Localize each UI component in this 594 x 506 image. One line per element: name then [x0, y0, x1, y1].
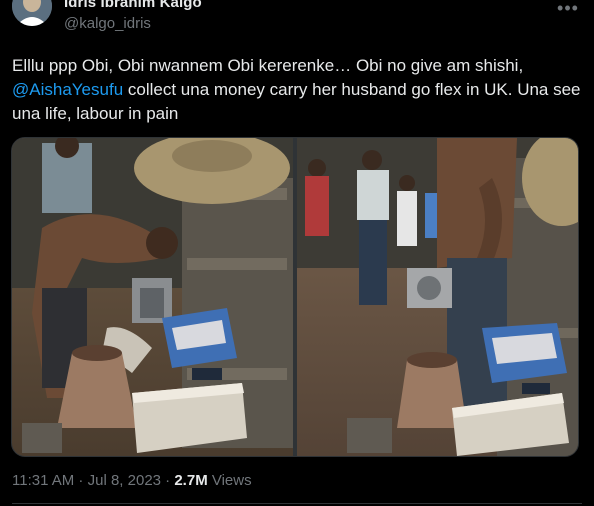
photo-right[interactable]: [297, 138, 578, 456]
views-count[interactable]: 2.7M: [174, 472, 207, 489]
meta-separator: ·: [74, 472, 88, 489]
tweet-time[interactable]: 11:31 AM: [12, 472, 74, 489]
mention-link[interactable]: @AishaYesufu: [12, 80, 123, 99]
author-handle[interactable]: @kalgo_idris: [64, 15, 151, 32]
avatar[interactable]: [12, 0, 52, 26]
tweet-text-part: Elllu ppp Obi, Obi nwannem Obi kererenke…: [12, 56, 524, 75]
tweet-text: Elllu ppp Obi, Obi nwannem Obi kererenke…: [12, 54, 584, 126]
tweet-date[interactable]: Jul 8, 2023: [88, 472, 161, 489]
author-name[interactable]: Idris Ibrahim Kalgo: [64, 0, 202, 11]
meta-separator: ·: [161, 472, 175, 489]
photo-left[interactable]: [12, 138, 293, 456]
tweet-meta: 11:31 AM · Jul 8, 2023 · 2.7M Views: [12, 472, 252, 489]
more-horizontal-icon[interactable]: •••: [556, 0, 580, 21]
tweet-header: Idris Ibrahim Kalgo @kalgo_idris •••: [0, 0, 594, 40]
divider: [12, 503, 582, 504]
tweet-media: [11, 137, 579, 457]
views-label: Views: [207, 472, 252, 489]
